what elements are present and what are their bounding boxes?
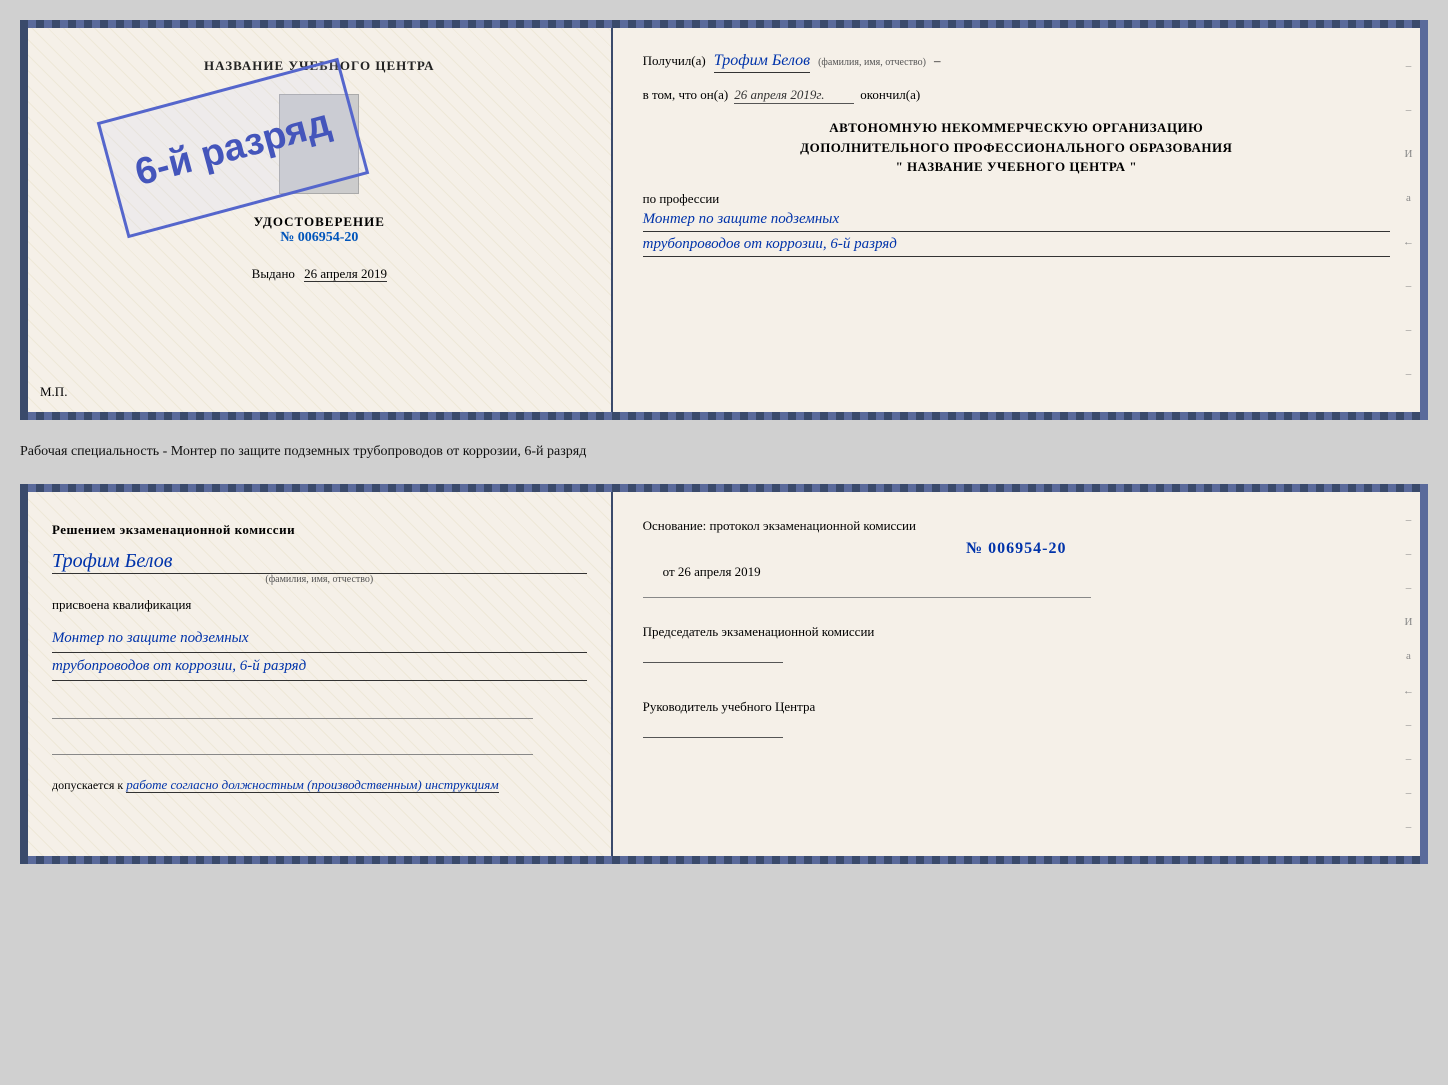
page-wrapper: НАЗВАНИЕ УЧЕБНОГО ЦЕНТРА 6-й разряд УДОС… <box>20 20 1428 864</box>
udost-title: УДОСТОВЕРЕНИЕ <box>254 214 385 230</box>
blank-line-1 <box>52 699 533 719</box>
poluchil-line: Получил(а) Трофим Белов (фамилия, имя, о… <box>643 52 1390 73</box>
dash1: – <box>934 53 941 69</box>
bottom-right-side-marks: – – – И а ← – – – – <box>1403 492 1414 856</box>
stamp-text: 6-й разряд <box>131 101 336 194</box>
vydano-date: 26 апреля 2019 <box>304 266 387 282</box>
prot-date: от 26 апреля 2019 <box>663 562 1390 583</box>
kvalif-block: Монтер по защите подземных трубопроводов… <box>52 625 587 681</box>
rukovod-label: Руководитель учебного Центра <box>643 697 1390 718</box>
fio-hint: (фамилия, имя, отчество) <box>52 574 587 585</box>
signature-line-2 <box>643 718 783 738</box>
dopusk-prefix: допускается к <box>52 778 123 792</box>
horiz-line-right-1 <box>643 597 1091 598</box>
fio-name: Трофим Белов <box>52 550 587 574</box>
poluchil-hint: (фамилия, имя, отчество) <box>818 57 926 68</box>
mp-line: М.П. <box>40 384 67 400</box>
predsedatel-block: Председатель экзаменационной комиссии <box>643 622 1390 670</box>
prot-num: № 006954-20 <box>643 536 1390 562</box>
okonchil: окончил(а) <box>860 87 920 103</box>
profession-line1: Монтер по защите подземных <box>643 207 1390 232</box>
reshenie-title: Решением экзаменационной комиссии <box>52 522 587 538</box>
udost-block: УДОСТОВЕРЕНИЕ № 006954-20 <box>254 214 385 246</box>
kvalif-line2: трубопроводов от коррозии, 6-й разряд <box>52 653 587 681</box>
osnovanie-block: Основание: протокол экзаменационной коми… <box>643 516 1390 583</box>
certificate-bottom: Решением экзаменационной комиссии Трофим… <box>20 484 1428 864</box>
dopuskaetsya-line: допускается к работе согласно должностны… <box>52 777 587 793</box>
bottom-right: Основание: протокол экзаменационной коми… <box>613 492 1420 856</box>
rukovod-block: Руководитель учебного Центра <box>643 697 1390 745</box>
cert-right: Получил(а) Трофим Белов (фамилия, имя, о… <box>613 28 1420 412</box>
kvalif-line1: Монтер по защите подземных <box>52 625 587 653</box>
org-line1: АВТОНОМНУЮ НЕКОММЕРЧЕСКУЮ ОРГАНИЗАЦИЮ <box>643 118 1390 138</box>
vydano-label: Выдано <box>252 266 295 281</box>
profess-line: по профессии Монтер по защите подземных … <box>643 191 1390 257</box>
poluchil-name: Трофим Белов <box>714 52 810 73</box>
po-professii: по профессии <box>643 191 1390 207</box>
vtom-date: 26 апреля 2019г. <box>734 87 854 104</box>
vydano-line: Выдано 26 апреля 2019 <box>252 266 387 282</box>
middle-label: Рабочая специальность - Монтер по защите… <box>20 436 1428 468</box>
prisvoe-line: присвоена квалификация <box>52 597 587 613</box>
org-line2: ДОПОЛНИТЕЛЬНОГО ПРОФЕССИОНАЛЬНОГО ОБРАЗО… <box>643 138 1390 158</box>
org-line3: " НАЗВАНИЕ УЧЕБНОГО ЦЕНТРА " <box>643 157 1390 177</box>
org-text: АВТОНОМНУЮ НЕКОММЕРЧЕСКУЮ ОРГАНИЗАЦИЮ ДО… <box>643 118 1390 177</box>
blank-line-2 <box>52 735 533 755</box>
udost-num: № 006954-20 <box>254 230 385 246</box>
stamp-diagonal: 6-й разряд <box>97 58 370 239</box>
dopusk-text: работе согласно должностным (производств… <box>126 777 498 793</box>
vtom-prefix: в том, что он(а) <box>643 87 729 103</box>
fio-block: Трофим Белов (фамилия, имя, отчество) <box>52 550 587 585</box>
poluchil-prefix: Получил(а) <box>643 53 706 69</box>
predsedatel-label: Председатель экзаменационной комиссии <box>643 622 1390 643</box>
cert-left: НАЗВАНИЕ УЧЕБНОГО ЦЕНТРА 6-й разряд УДОС… <box>28 28 613 412</box>
osnovanie-label: Основание: протокол экзаменационной коми… <box>643 516 1390 537</box>
prot-date-val: 26 апреля 2019 <box>678 564 761 579</box>
vtom-line: в том, что он(а) 26 апреля 2019г. окончи… <box>643 87 1390 104</box>
signature-line-1 <box>643 643 783 663</box>
bottom-left: Решением экзаменационной комиссии Трофим… <box>28 492 613 856</box>
certificate-top: НАЗВАНИЕ УЧЕБНОГО ЦЕНТРА 6-й разряд УДОС… <box>20 20 1428 420</box>
right-side-marks: – – И а ← – – – <box>1403 28 1414 412</box>
prot-ot: от <box>663 564 675 579</box>
profession-line2: трубопроводов от коррозии, 6-й разряд <box>643 232 1390 257</box>
